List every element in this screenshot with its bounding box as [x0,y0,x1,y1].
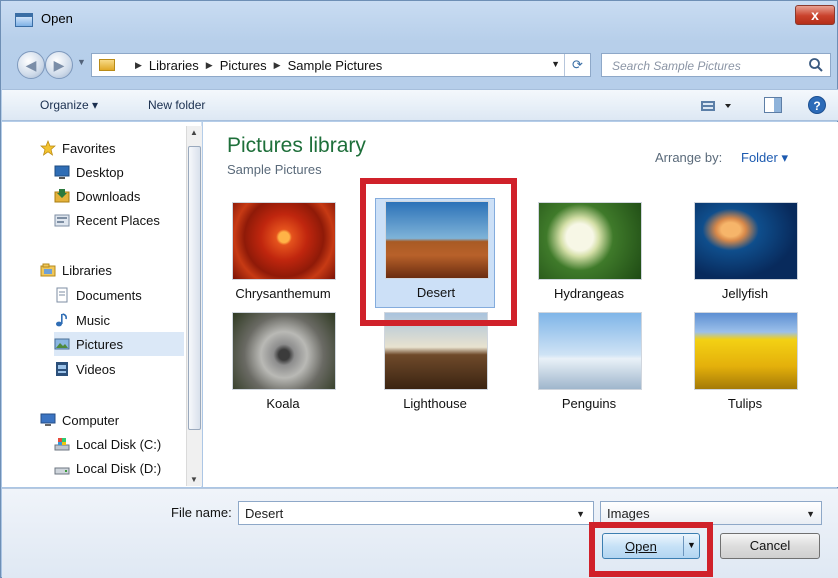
scroll-up-icon[interactable]: ▲ [190,128,198,137]
breadcrumb-sample-pictures[interactable]: Sample Pictures [288,58,383,73]
documents-icon [56,287,68,303]
navigation-pane: Favorites Desktop Downloads Recent Place… [2,122,202,487]
selection-highlight-box [360,178,517,326]
computer-icon [40,413,56,426]
file-name-value[interactable]: Desert [245,506,283,521]
file-item-koala[interactable]: Koala [223,310,343,420]
downloads-icon [54,189,70,203]
file-list: Pictures library Sample Pictures Arrange… [203,122,838,487]
file-item-lighthouse[interactable]: Lighthouse [375,310,495,420]
breadcrumb-separator-icon[interactable]: ▶ [135,60,142,71]
koala-thumbnail [232,312,336,390]
system-drive-icon [54,438,70,451]
change-view-icon[interactable] [699,97,735,115]
preview-pane-icon[interactable] [764,97,782,113]
scroll-down-icon[interactable]: ▼ [190,475,198,484]
file-item-tulips[interactable]: Tulips [685,310,805,420]
open-dialog: Open x ◀ ▶ ▼ ▶ Libraries ▶ Pictures ▶ Sa… [0,0,838,578]
file-item-penguins[interactable]: Penguins [529,310,649,420]
window-title: Open [41,11,73,26]
drive-icon [54,467,70,475]
breadcrumb-separator-icon[interactable]: ▶ [274,60,281,71]
recent-pages-chevron-icon[interactable]: ▼ [77,57,86,67]
desktop-icon [54,165,70,179]
hydrangeas-thumbnail [538,202,642,280]
breadcrumb-libraries[interactable]: Libraries [149,58,199,73]
file-name-dropdown-icon[interactable]: ▼ [576,509,585,519]
file-name-label: File name: [171,505,232,520]
folder-icon [99,59,115,71]
cancel-button[interactable]: Cancel [720,533,820,559]
jellyfish-thumbnail [694,202,798,280]
refresh-icon[interactable]: ⟳ [564,54,590,76]
breadcrumb-pictures[interactable]: Pictures [220,58,267,73]
pictures-icon [54,338,70,350]
command-toolbar: Organize ▾ New folder ? [2,89,838,121]
file-item-chrysanthemum[interactable]: Chrysanthemum [223,200,343,310]
file-type-dropdown-icon[interactable]: ▼ [806,509,815,519]
breadcrumb: ▶ Libraries ▶ Pictures ▶ Sample Pictures [128,58,382,73]
navigation-row: ◀ ▶ ▼ ▶ Libraries ▶ Pictures ▶ Sample Pi… [9,49,831,81]
address-bar[interactable]: ▶ Libraries ▶ Pictures ▶ Sample Pictures… [91,53,591,77]
penguins-thumbnail [538,312,642,390]
search-input[interactable]: Search Sample Pictures [612,59,741,73]
tulips-thumbnail [694,312,798,390]
nav-pictures[interactable]: Pictures [54,332,184,356]
help-icon[interactable]: ? [808,96,826,114]
videos-icon [56,362,68,376]
file-item-hydrangeas[interactable]: Hydrangeas [529,200,649,310]
new-folder-button[interactable]: New folder [148,98,205,112]
library-title: Pictures library [227,134,366,157]
star-icon [40,140,56,156]
scroll-thumb[interactable] [188,146,201,430]
close-button[interactable]: x [795,5,835,25]
file-type-value: Images [607,506,650,521]
nav-scrollbar[interactable]: ▲ ▼ [186,126,202,486]
organize-button[interactable]: Organize ▾ [40,98,98,112]
chrysanthemum-thumbnail [232,202,336,280]
arrange-by-dropdown[interactable]: Folder ▾ [741,150,788,166]
back-button[interactable]: ◀ [17,51,45,79]
forward-button[interactable]: ▶ [45,51,73,79]
breadcrumb-separator-icon[interactable]: ▶ [206,60,213,71]
arrange-by-label: Arrange by: [655,150,723,165]
recent-places-icon [54,214,70,227]
file-item-jellyfish[interactable]: Jellyfish [685,200,805,310]
dialog-icon [15,13,33,27]
address-dropdown-icon[interactable]: ▼ [551,59,560,69]
library-subtitle: Sample Pictures [227,162,322,177]
libraries-icon [40,263,56,277]
search-icon[interactable] [808,57,824,73]
file-name-field[interactable]: Desert ▼ [238,501,594,525]
music-icon [56,313,67,327]
open-highlight-box [589,522,713,577]
search-box[interactable]: Search Sample Pictures [601,53,831,77]
title-bar[interactable]: Open x [1,1,838,43]
